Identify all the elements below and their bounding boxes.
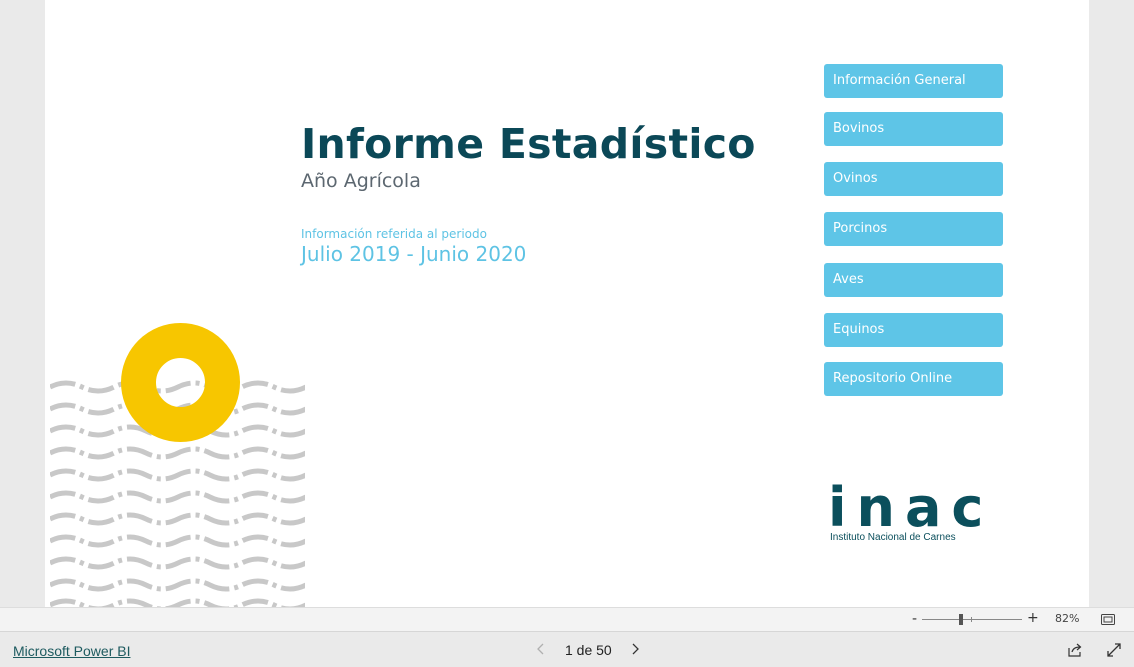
inac-logo-text: inac <box>828 476 988 532</box>
zoom-slider-track[interactable] <box>922 619 1022 620</box>
report-subtitle: Año Agrícola <box>301 170 421 192</box>
nav-button-aves[interactable]: Aves <box>824 263 1003 297</box>
zoom-bar: - + 82% <box>0 607 1134 631</box>
fit-to-page-icon[interactable] <box>1101 614 1115 625</box>
nav-button-informacion-general[interactable]: Información General <box>824 64 1003 98</box>
nav-button-bovinos[interactable]: Bovinos <box>824 112 1003 146</box>
footer-bar: Microsoft Power BI 1 de 50 <box>0 631 1134 667</box>
chevron-right-icon[interactable] <box>628 640 642 658</box>
period-label: Información referida al periodo <box>301 227 487 241</box>
inac-logo-subtitle: Instituto Nacional de Carnes <box>830 532 956 543</box>
share-icon[interactable] <box>1067 642 1083 658</box>
nav-button-ovinos[interactable]: Ovinos <box>824 162 1003 196</box>
nav-button-porcinos[interactable]: Porcinos <box>824 212 1003 246</box>
report-title: Informe Estadístico <box>301 120 756 168</box>
zoom-slider-tick <box>971 617 972 622</box>
expand-icon[interactable] <box>1106 642 1122 658</box>
inac-logo-mark: inac <box>828 476 988 539</box>
zoom-out-button[interactable]: - <box>912 611 917 627</box>
inac-logo: inac Instituto Nacional de Carnes <box>828 476 988 548</box>
zoom-in-button[interactable]: + <box>1027 610 1039 626</box>
zoom-slider-thumb[interactable] <box>959 614 963 625</box>
nav-button-repositorio-online[interactable]: Repositorio Online <box>824 362 1003 396</box>
zoom-percentage: 82% <box>1055 612 1080 625</box>
page-indicator: 1 de 50 <box>565 642 612 658</box>
period-value: Julio 2019 - Junio 2020 <box>301 242 527 266</box>
decorative-sun-ring <box>121 323 240 442</box>
report-canvas: Informe Estadístico Año Agrícola Informa… <box>45 0 1089 607</box>
nav-button-equinos[interactable]: Equinos <box>824 313 1003 347</box>
power-bi-link[interactable]: Microsoft Power BI <box>13 643 130 659</box>
chevron-left-icon[interactable] <box>534 640 548 658</box>
